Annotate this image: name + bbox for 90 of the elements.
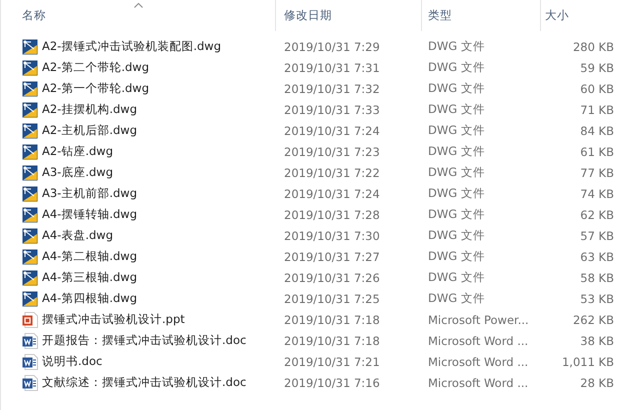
drawing-file-icon bbox=[22, 186, 38, 202]
file-name[interactable]: A2-第一个带轮.dwg bbox=[42, 81, 149, 96]
sort-caret-icon bbox=[134, 3, 143, 8]
word-file-icon bbox=[22, 354, 38, 370]
file-type: Microsoft Word ... bbox=[428, 354, 528, 368]
file-size: 62 KB bbox=[580, 208, 614, 222]
drawing-file-icon bbox=[22, 144, 38, 160]
modified-date: 2019/10/31 7:21 bbox=[284, 354, 380, 368]
file-size: 38 KB bbox=[580, 334, 614, 348]
file-name[interactable]: A4-第三根轴.dwg bbox=[42, 270, 137, 285]
file-name[interactable]: A2-钻座.dwg bbox=[42, 144, 113, 159]
file-size: 74 KB bbox=[580, 186, 614, 200]
file-type: DWG 文件 bbox=[428, 144, 485, 158]
file-size: 58 KB bbox=[580, 270, 614, 284]
word-file-icon bbox=[22, 374, 38, 390]
modified-date: 2019/10/31 7:29 bbox=[284, 40, 380, 54]
modified-date: 2019/10/31 7:24 bbox=[284, 186, 380, 200]
modified-date: 2019/10/31 7:28 bbox=[284, 208, 380, 222]
file-size: 84 KB bbox=[580, 124, 614, 138]
file-type: Microsoft Power... bbox=[428, 312, 529, 326]
word-file-icon bbox=[22, 332, 38, 348]
file-type: DWG 文件 bbox=[428, 270, 485, 284]
file-type: DWG 文件 bbox=[428, 102, 485, 116]
file-type: DWG 文件 bbox=[428, 60, 485, 74]
drawing-file-icon bbox=[22, 206, 38, 222]
file-name[interactable]: A3-底座.dwg bbox=[42, 165, 113, 180]
file-size: 61 KB bbox=[580, 144, 614, 158]
file-name[interactable]: A3-主机前部.dwg bbox=[42, 186, 137, 201]
column-header[interactable]: 修改日期 bbox=[276, 0, 422, 31]
file-type: DWG 文件 bbox=[428, 249, 485, 263]
modified-date: 2019/10/31 7:32 bbox=[284, 82, 380, 96]
modified-date: 2019/10/31 7:26 bbox=[284, 270, 380, 284]
file-type: DWG 文件 bbox=[428, 39, 485, 53]
file-name[interactable]: A4-第二根轴.dwg bbox=[42, 249, 137, 264]
drawing-file-icon bbox=[22, 38, 38, 54]
file-name[interactable]: A4-摆锤转轴.dwg bbox=[42, 207, 137, 222]
file-size: 71 KB bbox=[580, 102, 614, 116]
file-type: DWG 文件 bbox=[428, 228, 485, 242]
file-size: 1,011 KB bbox=[562, 354, 614, 368]
file-size: 57 KB bbox=[580, 228, 614, 242]
modified-date: 2019/10/31 7:23 bbox=[284, 144, 380, 158]
file-type: DWG 文件 bbox=[428, 186, 485, 200]
file-size: 262 KB bbox=[572, 312, 614, 326]
file-type: DWG 文件 bbox=[428, 165, 485, 179]
file-type: Microsoft Word ... bbox=[428, 376, 528, 390]
modified-date: 2019/10/31 7:30 bbox=[284, 228, 380, 242]
modified-date: 2019/10/31 7:25 bbox=[284, 292, 380, 306]
file-size: 60 KB bbox=[580, 82, 614, 96]
drawing-file-icon bbox=[22, 102, 38, 118]
file-name[interactable]: A4-第四根轴.dwg bbox=[42, 291, 137, 306]
column-header[interactable]: 类型 bbox=[422, 0, 541, 31]
file-name[interactable]: A2-挂摆机构.dwg bbox=[42, 102, 137, 117]
file-type: DWG 文件 bbox=[428, 207, 485, 221]
modified-date: 2019/10/31 7:31 bbox=[284, 60, 380, 74]
file-size: 280 KB bbox=[572, 40, 614, 54]
modified-date: 2019/10/31 7:18 bbox=[284, 334, 380, 348]
file-size: 77 KB bbox=[580, 166, 614, 180]
file-type: Microsoft Word ... bbox=[428, 334, 528, 348]
modified-date: 2019/10/31 7:22 bbox=[284, 166, 380, 180]
modified-date: 2019/10/31 7:24 bbox=[284, 124, 380, 138]
modified-date: 2019/10/31 7:18 bbox=[284, 312, 380, 326]
file-type: DWG 文件 bbox=[428, 291, 485, 305]
drawing-file-icon bbox=[22, 60, 38, 76]
modified-date: 2019/10/31 7:16 bbox=[284, 376, 380, 390]
file-name[interactable]: A2-摆锤式冲击试验机装配图.dwg bbox=[42, 39, 221, 54]
file-type: DWG 文件 bbox=[428, 81, 485, 95]
file-type: DWG 文件 bbox=[428, 123, 485, 137]
modified-date: 2019/10/31 7:33 bbox=[284, 102, 380, 116]
drawing-file-icon bbox=[22, 122, 38, 138]
file-size: 28 KB bbox=[580, 376, 614, 390]
column-header[interactable]: 名称 bbox=[1, 0, 276, 31]
presentation-file-icon bbox=[22, 312, 38, 328]
modified-date: 2019/10/31 7:27 bbox=[284, 250, 380, 264]
file-name[interactable]: 开题报告：摆锤式冲击试验机设计.doc bbox=[42, 333, 246, 348]
drawing-file-icon bbox=[22, 248, 38, 264]
column-header[interactable]: 大小 bbox=[541, 0, 621, 31]
file-name[interactable]: A4-表盘.dwg bbox=[42, 228, 113, 243]
drawing-file-icon bbox=[22, 228, 38, 244]
file-name[interactable]: 说明书.doc bbox=[42, 354, 102, 369]
file-name[interactable]: 文献综述：摆锤式冲击试验机设计.doc bbox=[42, 375, 246, 390]
drawing-file-icon bbox=[22, 290, 38, 306]
file-size: 53 KB bbox=[580, 292, 614, 306]
drawing-file-icon bbox=[22, 80, 38, 96]
file-name[interactable]: A2-第二个带轮.dwg bbox=[42, 60, 149, 75]
file-size: 59 KB bbox=[580, 60, 614, 74]
file-name[interactable]: 摆锤式冲击试验机设计.ppt bbox=[42, 312, 185, 327]
file-name[interactable]: A2-主机后部.dwg bbox=[42, 123, 137, 138]
drawing-file-icon bbox=[22, 270, 38, 286]
file-size: 63 KB bbox=[580, 250, 614, 264]
drawing-file-icon bbox=[22, 164, 38, 180]
